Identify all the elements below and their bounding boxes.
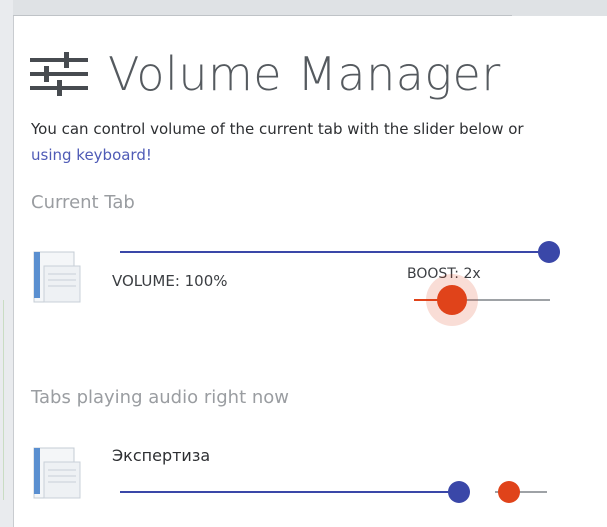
playing-tab-boost-thumb[interactable] (498, 481, 520, 503)
volume-slider-track[interactable] (120, 251, 550, 253)
document-icon (33, 447, 81, 499)
playing-tab-volume-thumb[interactable] (448, 481, 470, 503)
current-tab-heading: Current Tab (31, 192, 135, 213)
document-icon (33, 251, 81, 303)
intro-text-body: You can control volume of the current ta… (31, 120, 524, 138)
playing-tabs-heading: Tabs playing audio right now (31, 387, 289, 408)
playing-tab-title: Экспертиза (112, 446, 211, 465)
boost-slider-thumb[interactable] (437, 285, 467, 315)
page-title: Volume Manager (108, 47, 501, 101)
browser-background: Volume Manager You can control volume of… (0, 0, 607, 527)
volume-manager-popup: Volume Manager You can control volume of… (13, 16, 607, 527)
browser-tab-strip (0, 0, 607, 16)
intro-text: You can control volume of the current ta… (31, 116, 551, 168)
volume-slider-thumb[interactable] (538, 241, 560, 263)
volume-label: VOLUME: 100% (112, 272, 228, 290)
page-edge (0, 0, 13, 527)
sliders-icon (30, 52, 88, 96)
keyboard-link[interactable]: using keyboard! (31, 146, 152, 164)
popup-header: Volume Manager (30, 44, 501, 104)
playing-tab-volume-track[interactable] (120, 491, 460, 493)
